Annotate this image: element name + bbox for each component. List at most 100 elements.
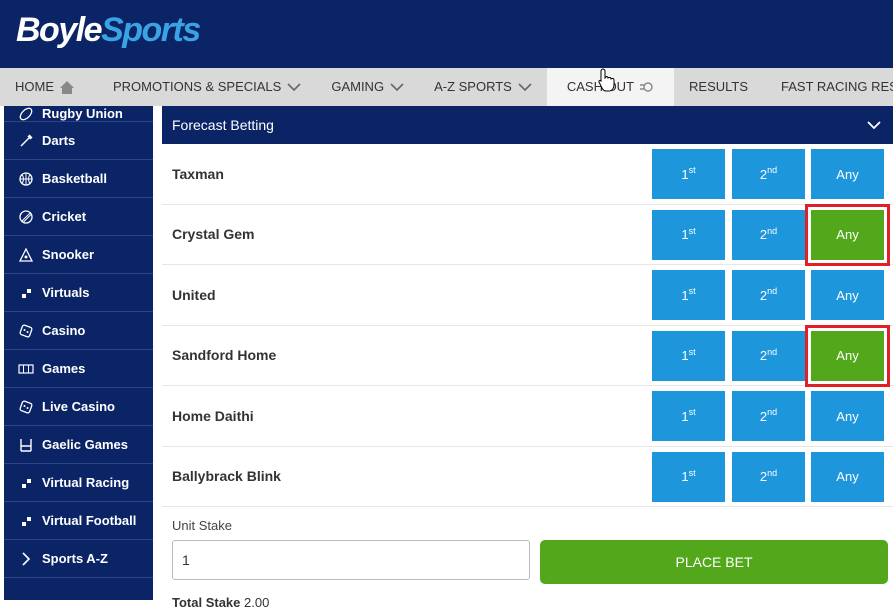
chevron-down-icon [390,82,404,91]
sidebar-item-cricket[interactable]: Cricket [4,198,153,236]
second-place-button[interactable]: 2nd [732,209,805,260]
runner-row: Taxman 1st 2nd Any [162,144,893,205]
nav-fast-racing-results-label: FAST RACING RESULTS [781,79,893,94]
runner-row: United 1st 2nd Any [162,265,893,326]
runner-row: Ballybrack Blink 1st 2nd Any [162,447,893,507]
sidebar-item-label: Games [42,361,86,376]
place-bet-button[interactable]: PLACE BET [540,540,888,584]
sidebar-item-label: Virtuals [42,285,90,300]
sidebar-item-darts[interactable]: Darts [4,122,153,160]
total-stake-label: Total Stake [172,595,241,610]
total-stake: Total Stake 2.00 [172,595,269,610]
forecast-betting-header[interactable]: Forecast Betting [162,106,893,144]
second-place-button-label: 2 [759,469,768,484]
sidebar-item-label: Gaelic Games [42,437,128,452]
basketball-icon [18,171,34,187]
sidebar-item-live-casino[interactable]: Live Casino [4,388,153,426]
first-place-button-suffix: st [688,407,696,417]
second-place-button[interactable]: 2nd [732,391,805,441]
any-place-button[interactable]: Any [805,324,890,387]
first-place-button[interactable]: 1st [652,149,725,199]
unit-stake-input[interactable] [172,540,530,580]
second-place-button[interactable]: 2nd [732,330,805,381]
second-place-button-suffix: nd [767,286,778,296]
nav-results-label: RESULTS [689,79,749,94]
second-place-button-suffix: nd [767,467,778,478]
runner-row: Sandford Home 1st 2nd Any [162,324,893,387]
nav-home-label: HOME [15,79,54,94]
site-header: BoyleSports [0,0,893,68]
first-place-button-suffix: st [688,165,696,175]
virtuals-icon [18,513,34,529]
any-place-button[interactable]: Any [811,270,884,320]
sidebar-item-games[interactable]: Games [4,350,153,388]
runner-name: Taxman [172,165,224,182]
first-place-button[interactable]: 1st [652,330,725,381]
any-place-button[interactable]: Any [811,391,884,441]
sidebar-item-label: Rugby Union [42,106,123,121]
second-place-button[interactable]: 2nd [732,451,805,502]
dice-icon [18,323,34,339]
first-place-button-label: 1 [681,348,689,363]
second-place-button[interactable]: 2nd [732,270,805,320]
any-place-button-label: Any [836,348,859,363]
sidebar-item-casino[interactable]: Casino [4,312,153,350]
virtuals-icon [18,475,34,491]
sidebar-item-label: Virtual Football [42,513,137,528]
chevron-down-icon [518,82,532,91]
sidebar-item-rugby-union[interactable]: Rugby Union [4,106,153,122]
first-place-button[interactable]: 1st [652,391,725,441]
sidebar-item-virtual-football[interactable]: Virtual Football [4,502,153,540]
second-place-button-suffix: nd [767,407,778,417]
nav-promotions[interactable]: PROMOTIONS & SPECIALS [98,68,316,106]
any-place-button-label: Any [836,166,859,182]
first-place-button[interactable]: 1st [652,270,725,320]
logo-part-2: Sports [101,11,201,49]
sports-sidebar: Rugby Union Darts Basketball Cricket Sno… [4,106,153,600]
dart-icon [18,133,34,149]
sidebar-item-label: Darts [42,133,76,148]
second-place-button-label: 2 [759,408,768,424]
logo-part-1: Boyle [16,11,103,49]
second-place-button[interactable]: 2nd [732,149,805,199]
home-icon [60,80,74,94]
nav-results[interactable]: RESULTS [674,68,763,106]
second-place-button-label: 2 [759,348,768,363]
runner-name: Ballybrack Blink [172,468,281,485]
total-stake-value: 2.00 [244,595,270,610]
slot-machine-icon [18,361,34,377]
any-place-button[interactable]: Any [811,451,884,502]
sidebar-item-label: Live Casino [42,399,115,414]
first-place-button-label: 1 [681,166,689,182]
first-place-button[interactable]: 1st [652,209,725,260]
chevron-down-icon [287,82,301,91]
nav-az-sports[interactable]: A-Z SPORTS [419,68,547,106]
nav-fast-racing-results[interactable]: FAST RACING RESULTS [763,68,893,106]
first-place-button-label: 1 [681,469,689,484]
sidebar-item-gaelic-games[interactable]: Gaelic Games [4,426,153,464]
sidebar-item-label: Cricket [42,209,87,224]
any-place-button-label: Any [836,287,859,303]
sidebar-item-sports-az[interactable]: Sports A-Z [4,540,153,578]
any-place-button[interactable]: Any [805,203,890,266]
goalpost-icon [18,437,34,453]
sidebar-item-basketball[interactable]: Basketball [4,160,153,198]
sidebar-item-virtual-racing[interactable]: Virtual Racing [4,464,153,502]
sidebar-item-virtuals[interactable]: Virtuals [4,274,153,312]
main-nav: HOME PROMOTIONS & SPECIALS GAMING A-Z SP… [0,68,893,106]
boylesports-logo[interactable]: BoyleSports [16,10,201,50]
nav-home[interactable]: HOME [0,68,89,106]
sidebar-item-snooker[interactable]: Snooker [4,236,153,274]
nav-gaming[interactable]: GAMING [316,68,419,106]
first-place-button-label: 1 [681,227,689,242]
runner-name: Sandford Home [172,347,277,364]
runner-list: Taxman 1st 2nd Any Crystal Gem 1st 2nd Any Unite… [162,144,893,507]
first-place-button[interactable]: 1st [652,451,725,502]
second-place-button-suffix: nd [767,346,778,357]
runner-row: Crystal Gem 1st 2nd Any [162,203,893,266]
runner-row: Home Daithi 1st 2nd Any [162,386,893,447]
any-place-button[interactable]: Any [811,149,884,199]
sidebar-item-label: Sports A-Z [42,551,108,566]
nav-promotions-label: PROMOTIONS & SPECIALS [113,79,282,94]
any-place-button-label: Any [836,227,859,242]
